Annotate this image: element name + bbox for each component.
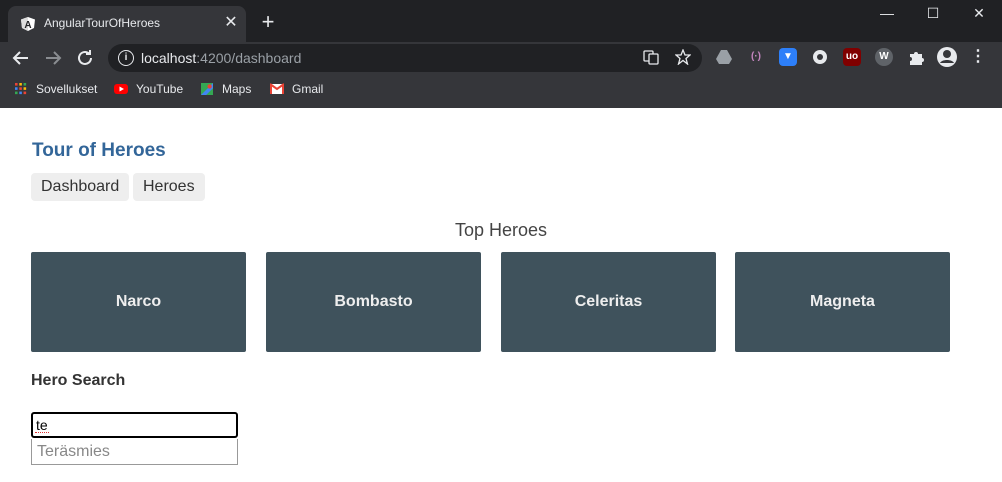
wappalyzer-icon[interactable]: W [875, 48, 893, 66]
reload-icon [78, 50, 92, 65]
url-text: localhost:4200/dashboard [141, 50, 301, 66]
tab-strip: A AngularTourOfHeroes ✕ + — ☐ ✕ [0, 0, 1002, 42]
hero-card[interactable]: Magneta [735, 252, 950, 352]
new-tab-button[interactable]: + [256, 10, 280, 34]
round-ext-icon[interactable] [811, 48, 829, 66]
forward-button[interactable] [41, 46, 65, 70]
bookmark-label: Maps [222, 82, 252, 96]
star-icon[interactable] [674, 48, 692, 67]
address-bar[interactable]: i localhost:4200/dashboard [108, 44, 702, 72]
bookmark-label: Gmail [292, 82, 324, 96]
hero-search-input[interactable] [31, 412, 238, 438]
app-title: Tour of Heroes [32, 140, 166, 161]
url-path: :4200/dashboard [196, 50, 302, 66]
hero-search-label: Hero Search [31, 372, 126, 389]
maps-icon [201, 83, 213, 95]
arrow-left-icon [12, 51, 28, 65]
top-heroes-heading: Top Heroes [454, 220, 548, 240]
devtools-ext-icon[interactable]: (·) [747, 48, 765, 66]
gmail-icon [270, 83, 284, 94]
hero-card[interactable]: Bombasto [266, 252, 481, 352]
hero-card[interactable]: Celeritas [501, 252, 716, 352]
youtube-icon [114, 84, 128, 94]
tab-title: AngularTourOfHeroes [44, 16, 161, 30]
reload-button[interactable] [73, 46, 97, 70]
arrow-right-icon [46, 51, 62, 65]
browser-tab[interactable]: A AngularTourOfHeroes ✕ [8, 6, 246, 42]
close-tab-icon[interactable]: ✕ [222, 14, 240, 32]
translate-icon[interactable] [642, 49, 660, 67]
maximize-button[interactable]: ☐ [910, 0, 956, 26]
bookmark-youtube[interactable]: YouTube [114, 82, 183, 98]
nav-heroes-link[interactable]: Heroes [133, 173, 205, 201]
bookmark-maps[interactable]: Maps [200, 82, 251, 98]
minimize-button[interactable]: — [864, 0, 910, 26]
nav-dashboard-link[interactable]: Dashboard [31, 173, 130, 201]
back-button[interactable] [9, 46, 33, 70]
url-host: localhost [141, 50, 197, 66]
bookmark-label: Sovellukset [36, 82, 98, 96]
page-content: Tour of Heroes Dashboard Heroes Top Hero… [0, 108, 1002, 482]
menu-kebab-icon[interactable]: ⋮ [969, 48, 987, 66]
info-icon[interactable]: i [118, 50, 134, 66]
bookmark-gmail[interactable]: Gmail [270, 82, 323, 98]
profile-avatar-icon[interactable] [936, 46, 958, 68]
svg-text:A: A [24, 20, 31, 31]
hero-card[interactable]: Narco [31, 252, 246, 352]
puzzle-icon[interactable] [907, 48, 925, 66]
angular-icon: A [21, 17, 35, 31]
bookmark-apps[interactable]: Sovellukset [14, 82, 97, 98]
bookmarks-bar: Sovellukset YouTube Maps Gmail [0, 78, 1002, 102]
shield-ext-icon[interactable]: ▼ [779, 48, 797, 66]
ublock-icon[interactable]: uo [843, 48, 861, 66]
spellcheck-underline [35, 432, 49, 433]
bookmark-label: YouTube [136, 82, 184, 96]
search-result-item[interactable]: Teräsmies [31, 439, 238, 465]
browser-chrome: A AngularTourOfHeroes ✕ + — ☐ ✕ i localh… [0, 0, 1002, 108]
close-window-button[interactable]: ✕ [956, 0, 1002, 26]
google-drive-icon[interactable] [715, 48, 733, 66]
apps-grid-icon [15, 83, 27, 95]
